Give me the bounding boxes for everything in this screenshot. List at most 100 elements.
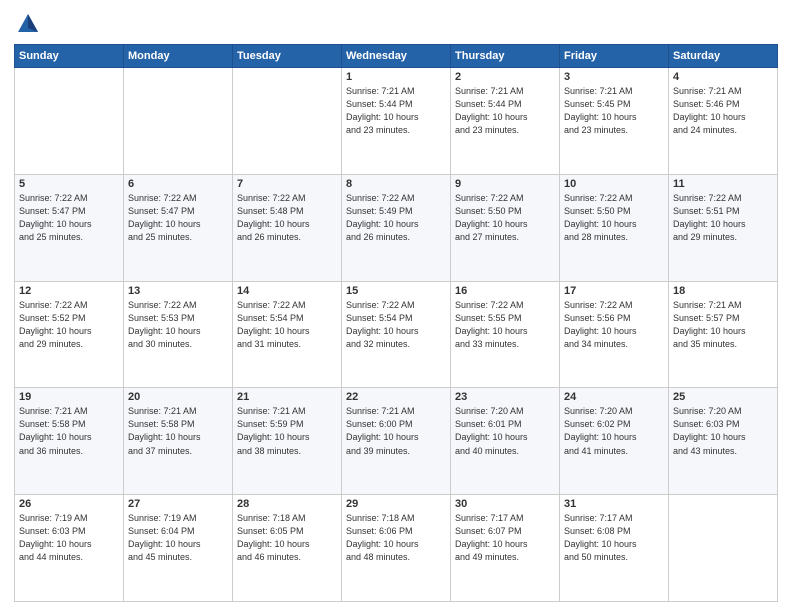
day-number: 28 (237, 498, 337, 510)
day-number: 4 (673, 71, 773, 83)
day-info: Sunrise: 7:19 AM Sunset: 6:03 PM Dayligh… (19, 512, 119, 564)
calendar-cell: 25 Sunrise: 7:20 AM Sunset: 6:03 PM Dayli… (669, 388, 778, 495)
day-number: 19 (19, 391, 119, 403)
calendar-cell: 23 Sunrise: 7:20 AM Sunset: 6:01 PM Dayli… (451, 388, 560, 495)
column-header-monday: Monday (124, 45, 233, 68)
day-info: Sunrise: 7:21 AM Sunset: 6:00 PM Dayligh… (346, 405, 446, 457)
day-number: 13 (128, 285, 228, 297)
day-info: Sunrise: 7:22 AM Sunset: 5:50 PM Dayligh… (564, 192, 664, 244)
day-info: Sunrise: 7:20 AM Sunset: 6:01 PM Dayligh… (455, 405, 555, 457)
calendar-cell: 22 Sunrise: 7:21 AM Sunset: 6:00 PM Dayli… (342, 388, 451, 495)
calendar-cell: 20 Sunrise: 7:21 AM Sunset: 5:58 PM Dayli… (124, 388, 233, 495)
column-header-thursday: Thursday (451, 45, 560, 68)
day-info: Sunrise: 7:21 AM Sunset: 5:44 PM Dayligh… (455, 85, 555, 137)
day-number: 30 (455, 498, 555, 510)
day-info: Sunrise: 7:21 AM Sunset: 5:45 PM Dayligh… (564, 85, 664, 137)
day-info: Sunrise: 7:22 AM Sunset: 5:51 PM Dayligh… (673, 192, 773, 244)
day-number: 29 (346, 498, 446, 510)
header (14, 10, 778, 38)
day-info: Sunrise: 7:22 AM Sunset: 5:55 PM Dayligh… (455, 299, 555, 351)
calendar-cell: 18 Sunrise: 7:21 AM Sunset: 5:57 PM Dayli… (669, 281, 778, 388)
calendar-cell: 11 Sunrise: 7:22 AM Sunset: 5:51 PM Dayli… (669, 174, 778, 281)
day-number: 10 (564, 178, 664, 190)
calendar-cell: 4 Sunrise: 7:21 AM Sunset: 5:46 PM Daylig… (669, 68, 778, 175)
day-number: 12 (19, 285, 119, 297)
column-header-sunday: Sunday (15, 45, 124, 68)
day-info: Sunrise: 7:21 AM Sunset: 5:57 PM Dayligh… (673, 299, 773, 351)
calendar-cell: 30Sunrise: 7:17 AM Sunset: 6:07 PM Dayli… (451, 495, 560, 602)
calendar-week-row: 5 Sunrise: 7:22 AM Sunset: 5:47 PM Daylig… (15, 174, 778, 281)
day-info: Sunrise: 7:22 AM Sunset: 5:54 PM Dayligh… (237, 299, 337, 351)
day-info: Sunrise: 7:22 AM Sunset: 5:50 PM Dayligh… (455, 192, 555, 244)
calendar-cell: 8Sunrise: 7:22 AM Sunset: 5:49 PM Daylig… (342, 174, 451, 281)
day-info: Sunrise: 7:21 AM Sunset: 5:46 PM Dayligh… (673, 85, 773, 137)
calendar-cell: 3Sunrise: 7:21 AM Sunset: 5:45 PM Daylig… (560, 68, 669, 175)
day-info: Sunrise: 7:20 AM Sunset: 6:02 PM Dayligh… (564, 405, 664, 457)
day-info: Sunrise: 7:20 AM Sunset: 6:03 PM Dayligh… (673, 405, 773, 457)
calendar-cell: 26 Sunrise: 7:19 AM Sunset: 6:03 PM Dayli… (15, 495, 124, 602)
day-number: 27 (128, 498, 228, 510)
calendar-cell: 7Sunrise: 7:22 AM Sunset: 5:48 PM Daylig… (233, 174, 342, 281)
calendar-cell (15, 68, 124, 175)
day-info: Sunrise: 7:21 AM Sunset: 5:58 PM Dayligh… (19, 405, 119, 457)
day-info: Sunrise: 7:22 AM Sunset: 5:54 PM Dayligh… (346, 299, 446, 351)
day-number: 21 (237, 391, 337, 403)
day-number: 17 (564, 285, 664, 297)
calendar-cell: 2 Sunrise: 7:21 AM Sunset: 5:44 PM Daylig… (451, 68, 560, 175)
day-info: Sunrise: 7:22 AM Sunset: 5:48 PM Dayligh… (237, 192, 337, 244)
day-info: Sunrise: 7:18 AM Sunset: 6:05 PM Dayligh… (237, 512, 337, 564)
calendar-cell (669, 495, 778, 602)
day-number: 26 (19, 498, 119, 510)
calendar-cell: 9 Sunrise: 7:22 AM Sunset: 5:50 PM Daylig… (451, 174, 560, 281)
column-header-wednesday: Wednesday (342, 45, 451, 68)
day-info: Sunrise: 7:19 AM Sunset: 6:04 PM Dayligh… (128, 512, 228, 564)
calendar-cell: 12 Sunrise: 7:22 AM Sunset: 5:52 PM Dayli… (15, 281, 124, 388)
logo-icon (14, 10, 42, 38)
calendar-cell (233, 68, 342, 175)
calendar-cell: 10 Sunrise: 7:22 AM Sunset: 5:50 PM Dayli… (560, 174, 669, 281)
day-number: 24 (564, 391, 664, 403)
day-number: 8 (346, 178, 446, 190)
day-number: 23 (455, 391, 555, 403)
calendar-cell: 29 Sunrise: 7:18 AM Sunset: 6:06 PM Dayli… (342, 495, 451, 602)
calendar-week-row: 1 Sunrise: 7:21 AM Sunset: 5:44 PM Daylig… (15, 68, 778, 175)
calendar-week-row: 26 Sunrise: 7:19 AM Sunset: 6:03 PM Dayli… (15, 495, 778, 602)
day-info: Sunrise: 7:22 AM Sunset: 5:47 PM Dayligh… (128, 192, 228, 244)
day-number: 15 (346, 285, 446, 297)
day-info: Sunrise: 7:22 AM Sunset: 5:52 PM Dayligh… (19, 299, 119, 351)
day-info: Sunrise: 7:22 AM Sunset: 5:47 PM Dayligh… (19, 192, 119, 244)
calendar-week-row: 12 Sunrise: 7:22 AM Sunset: 5:52 PM Dayli… (15, 281, 778, 388)
calendar-header-row: SundayMondayTuesdayWednesdayThursdayFrid… (15, 45, 778, 68)
calendar-table: SundayMondayTuesdayWednesdayThursdayFrid… (14, 44, 778, 602)
calendar-cell: 16 Sunrise: 7:22 AM Sunset: 5:55 PM Dayli… (451, 281, 560, 388)
day-number: 9 (455, 178, 555, 190)
day-number: 18 (673, 285, 773, 297)
day-info: Sunrise: 7:17 AM Sunset: 6:08 PM Dayligh… (564, 512, 664, 564)
day-number: 6 (128, 178, 228, 190)
day-number: 1 (346, 71, 446, 83)
calendar-week-row: 19 Sunrise: 7:21 AM Sunset: 5:58 PM Dayli… (15, 388, 778, 495)
calendar-cell: 31Sunrise: 7:17 AM Sunset: 6:08 PM Dayli… (560, 495, 669, 602)
logo (14, 10, 46, 38)
calendar-cell: 6 Sunrise: 7:22 AM Sunset: 5:47 PM Daylig… (124, 174, 233, 281)
calendar-cell: 17 Sunrise: 7:22 AM Sunset: 5:56 PM Dayli… (560, 281, 669, 388)
day-number: 14 (237, 285, 337, 297)
day-info: Sunrise: 7:18 AM Sunset: 6:06 PM Dayligh… (346, 512, 446, 564)
day-info: Sunrise: 7:21 AM Sunset: 5:44 PM Dayligh… (346, 85, 446, 137)
day-number: 25 (673, 391, 773, 403)
day-number: 2 (455, 71, 555, 83)
day-info: Sunrise: 7:22 AM Sunset: 5:56 PM Dayligh… (564, 299, 664, 351)
day-number: 16 (455, 285, 555, 297)
day-number: 20 (128, 391, 228, 403)
column-header-saturday: Saturday (669, 45, 778, 68)
calendar-cell: 28 Sunrise: 7:18 AM Sunset: 6:05 PM Dayli… (233, 495, 342, 602)
day-number: 11 (673, 178, 773, 190)
calendar-cell: 19 Sunrise: 7:21 AM Sunset: 5:58 PM Dayli… (15, 388, 124, 495)
day-info: Sunrise: 7:21 AM Sunset: 5:58 PM Dayligh… (128, 405, 228, 457)
calendar-cell: 13Sunrise: 7:22 AM Sunset: 5:53 PM Dayli… (124, 281, 233, 388)
calendar-cell: 27 Sunrise: 7:19 AM Sunset: 6:04 PM Dayli… (124, 495, 233, 602)
day-number: 22 (346, 391, 446, 403)
calendar-cell: 24 Sunrise: 7:20 AM Sunset: 6:02 PM Dayli… (560, 388, 669, 495)
page: SundayMondayTuesdayWednesdayThursdayFrid… (0, 0, 792, 612)
day-number: 5 (19, 178, 119, 190)
